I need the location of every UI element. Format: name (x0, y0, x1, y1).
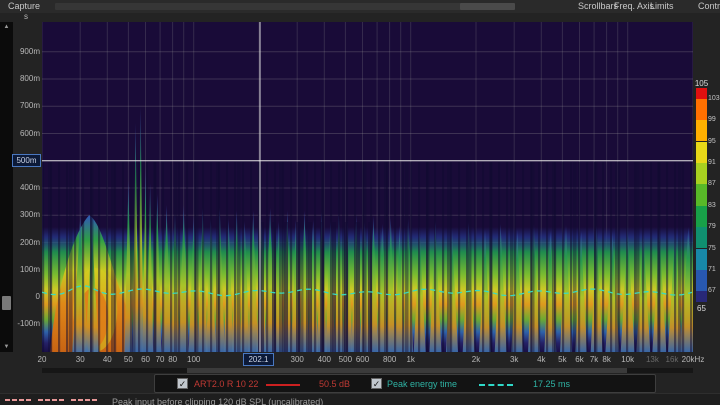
x-tick-label: 7k (590, 355, 598, 364)
colorbar-bottom-label: 65 (688, 304, 715, 313)
x-tick-label: 80 (168, 355, 177, 364)
horizontal-scrollbar[interactable] (42, 368, 693, 373)
colorbar-tick-label: 91 (708, 159, 716, 166)
measurement-line-sample (266, 384, 300, 386)
y-tick-label: 400m (0, 183, 40, 192)
controls-button[interactable]: Controls (698, 1, 720, 11)
status-text: Peak input before clipping 120 dB SPL (u… (112, 397, 323, 405)
y-tick-label: 700m (0, 101, 40, 110)
top-scrollbar-thumb[interactable] (460, 3, 515, 10)
y-tick-label: 600m (0, 129, 40, 138)
level-dash (38, 399, 43, 401)
top-toolbar: Capture Scrollbars Freq. Axis Limits Con… (0, 0, 720, 13)
x-tick-label: 40 (103, 355, 112, 364)
colorbar-segment (696, 88, 707, 99)
colorbar-segment (696, 163, 707, 184)
level-dash (92, 399, 97, 401)
scrollbars-button[interactable]: Scrollbars (578, 1, 618, 11)
peak-energy-label: Peak energy time (387, 379, 457, 389)
colorbar-tick-label: 67 (708, 287, 716, 294)
x-tick-label: 300 (291, 355, 304, 364)
x-tick-label: 13k (646, 355, 659, 364)
measurement-label: ART2.0 R 10 22 (194, 379, 258, 389)
cursor-time-readout: 500m (12, 154, 41, 167)
x-tick-label: 800 (383, 355, 396, 364)
level-dash (85, 399, 90, 401)
x-tick-label: 3k (510, 355, 518, 364)
level-dash (71, 399, 76, 401)
colorbar-segment (696, 249, 707, 270)
level-dash (5, 399, 10, 401)
x-tick-label: 600 (356, 355, 369, 364)
measurement-checkbox[interactable]: ✓ (177, 378, 188, 389)
y-axis-unit-label: s (24, 12, 28, 21)
y-tick-label: 200m (0, 238, 40, 247)
level-dash (52, 399, 57, 401)
scroll-down-arrow-icon[interactable]: ▼ (0, 344, 13, 350)
colorbar-tick-label: 83 (708, 202, 716, 209)
level-dash (45, 399, 50, 401)
x-tick-label: 20kHz (682, 355, 705, 364)
colorbar-tick-label: 95 (708, 138, 716, 145)
colorbar-segment (696, 270, 707, 291)
legend-panel: ✓ ART2.0 R 10 22 50.5 dB ✓ Peak energy t… (154, 374, 656, 393)
x-tick-label: 500 (339, 355, 352, 364)
x-tick-label: 50 (124, 355, 133, 364)
peak-energy-line-sample (479, 384, 513, 386)
y-tick-label: 100m (0, 265, 40, 274)
status-bar: Peak input before clipping 120 dB SPL (u… (0, 393, 720, 405)
level-dash (19, 399, 24, 401)
colorbar-segment (696, 184, 707, 205)
colorbar-segment (696, 142, 707, 163)
colorbar-segment (696, 227, 707, 248)
x-tick-label: 5k (558, 355, 566, 364)
x-tick-label: 10k (621, 355, 634, 364)
x-tick-label: 8k (602, 355, 610, 364)
x-tick-label: 16k (666, 355, 679, 364)
level-dash (78, 399, 83, 401)
y-tick-label: 800m (0, 74, 40, 83)
colorbar-segment (696, 120, 707, 141)
measurement-value: 50.5 dB (319, 379, 350, 389)
level-dash (59, 399, 64, 401)
colorbar-tick-label: 71 (708, 266, 716, 273)
x-tick-label: 4k (537, 355, 545, 364)
freq-axis-button[interactable]: Freq. Axis (614, 1, 654, 11)
cursor-frequency-readout: 202.1 (243, 353, 274, 366)
x-tick-label: 1k (406, 355, 414, 364)
colorbar-segment (696, 291, 707, 302)
y-tick-label: 900m (0, 47, 40, 56)
y-tick-label: 300m (0, 210, 40, 219)
colorbar-tick-label: 99 (708, 116, 716, 123)
x-tick-label: 100 (187, 355, 200, 364)
x-tick-label: 60 (141, 355, 150, 364)
spectrogram-canvas[interactable] (42, 22, 693, 352)
colorbar-tick-label: 79 (708, 223, 716, 230)
level-dash (12, 399, 17, 401)
horizontal-scrollbar-thumb[interactable] (187, 368, 627, 373)
spectrogram-app: Capture Scrollbars Freq. Axis Limits Con… (0, 0, 720, 405)
colorbar-segment (696, 99, 707, 120)
x-tick-label: 400 (318, 355, 331, 364)
x-tick-label: 20 (38, 355, 47, 364)
y-tick-label: -100m (0, 319, 40, 328)
colorbar-top-label: 105 (688, 79, 715, 88)
colorbar-segment (696, 206, 707, 227)
peak-energy-value: 17.25 ms (533, 379, 570, 389)
peak-energy-checkbox[interactable]: ✓ (371, 378, 382, 389)
top-scrollbar[interactable] (55, 3, 515, 10)
x-tick-label: 30 (76, 355, 85, 364)
colorbar-tick-label: 103 (708, 95, 720, 102)
colorbar-tick-label: 75 (708, 245, 716, 252)
level-dash (26, 399, 31, 401)
x-tick-label: 70 (156, 355, 165, 364)
colorbar-tick-label: 87 (708, 180, 716, 187)
x-tick-label: 6k (575, 355, 583, 364)
y-tick-label: 0 (0, 292, 40, 301)
limits-button[interactable]: Limits (650, 1, 674, 11)
x-tick-label: 2k (472, 355, 480, 364)
capture-button[interactable]: Capture (8, 1, 40, 11)
scroll-up-arrow-icon[interactable]: ▲ (0, 24, 13, 30)
